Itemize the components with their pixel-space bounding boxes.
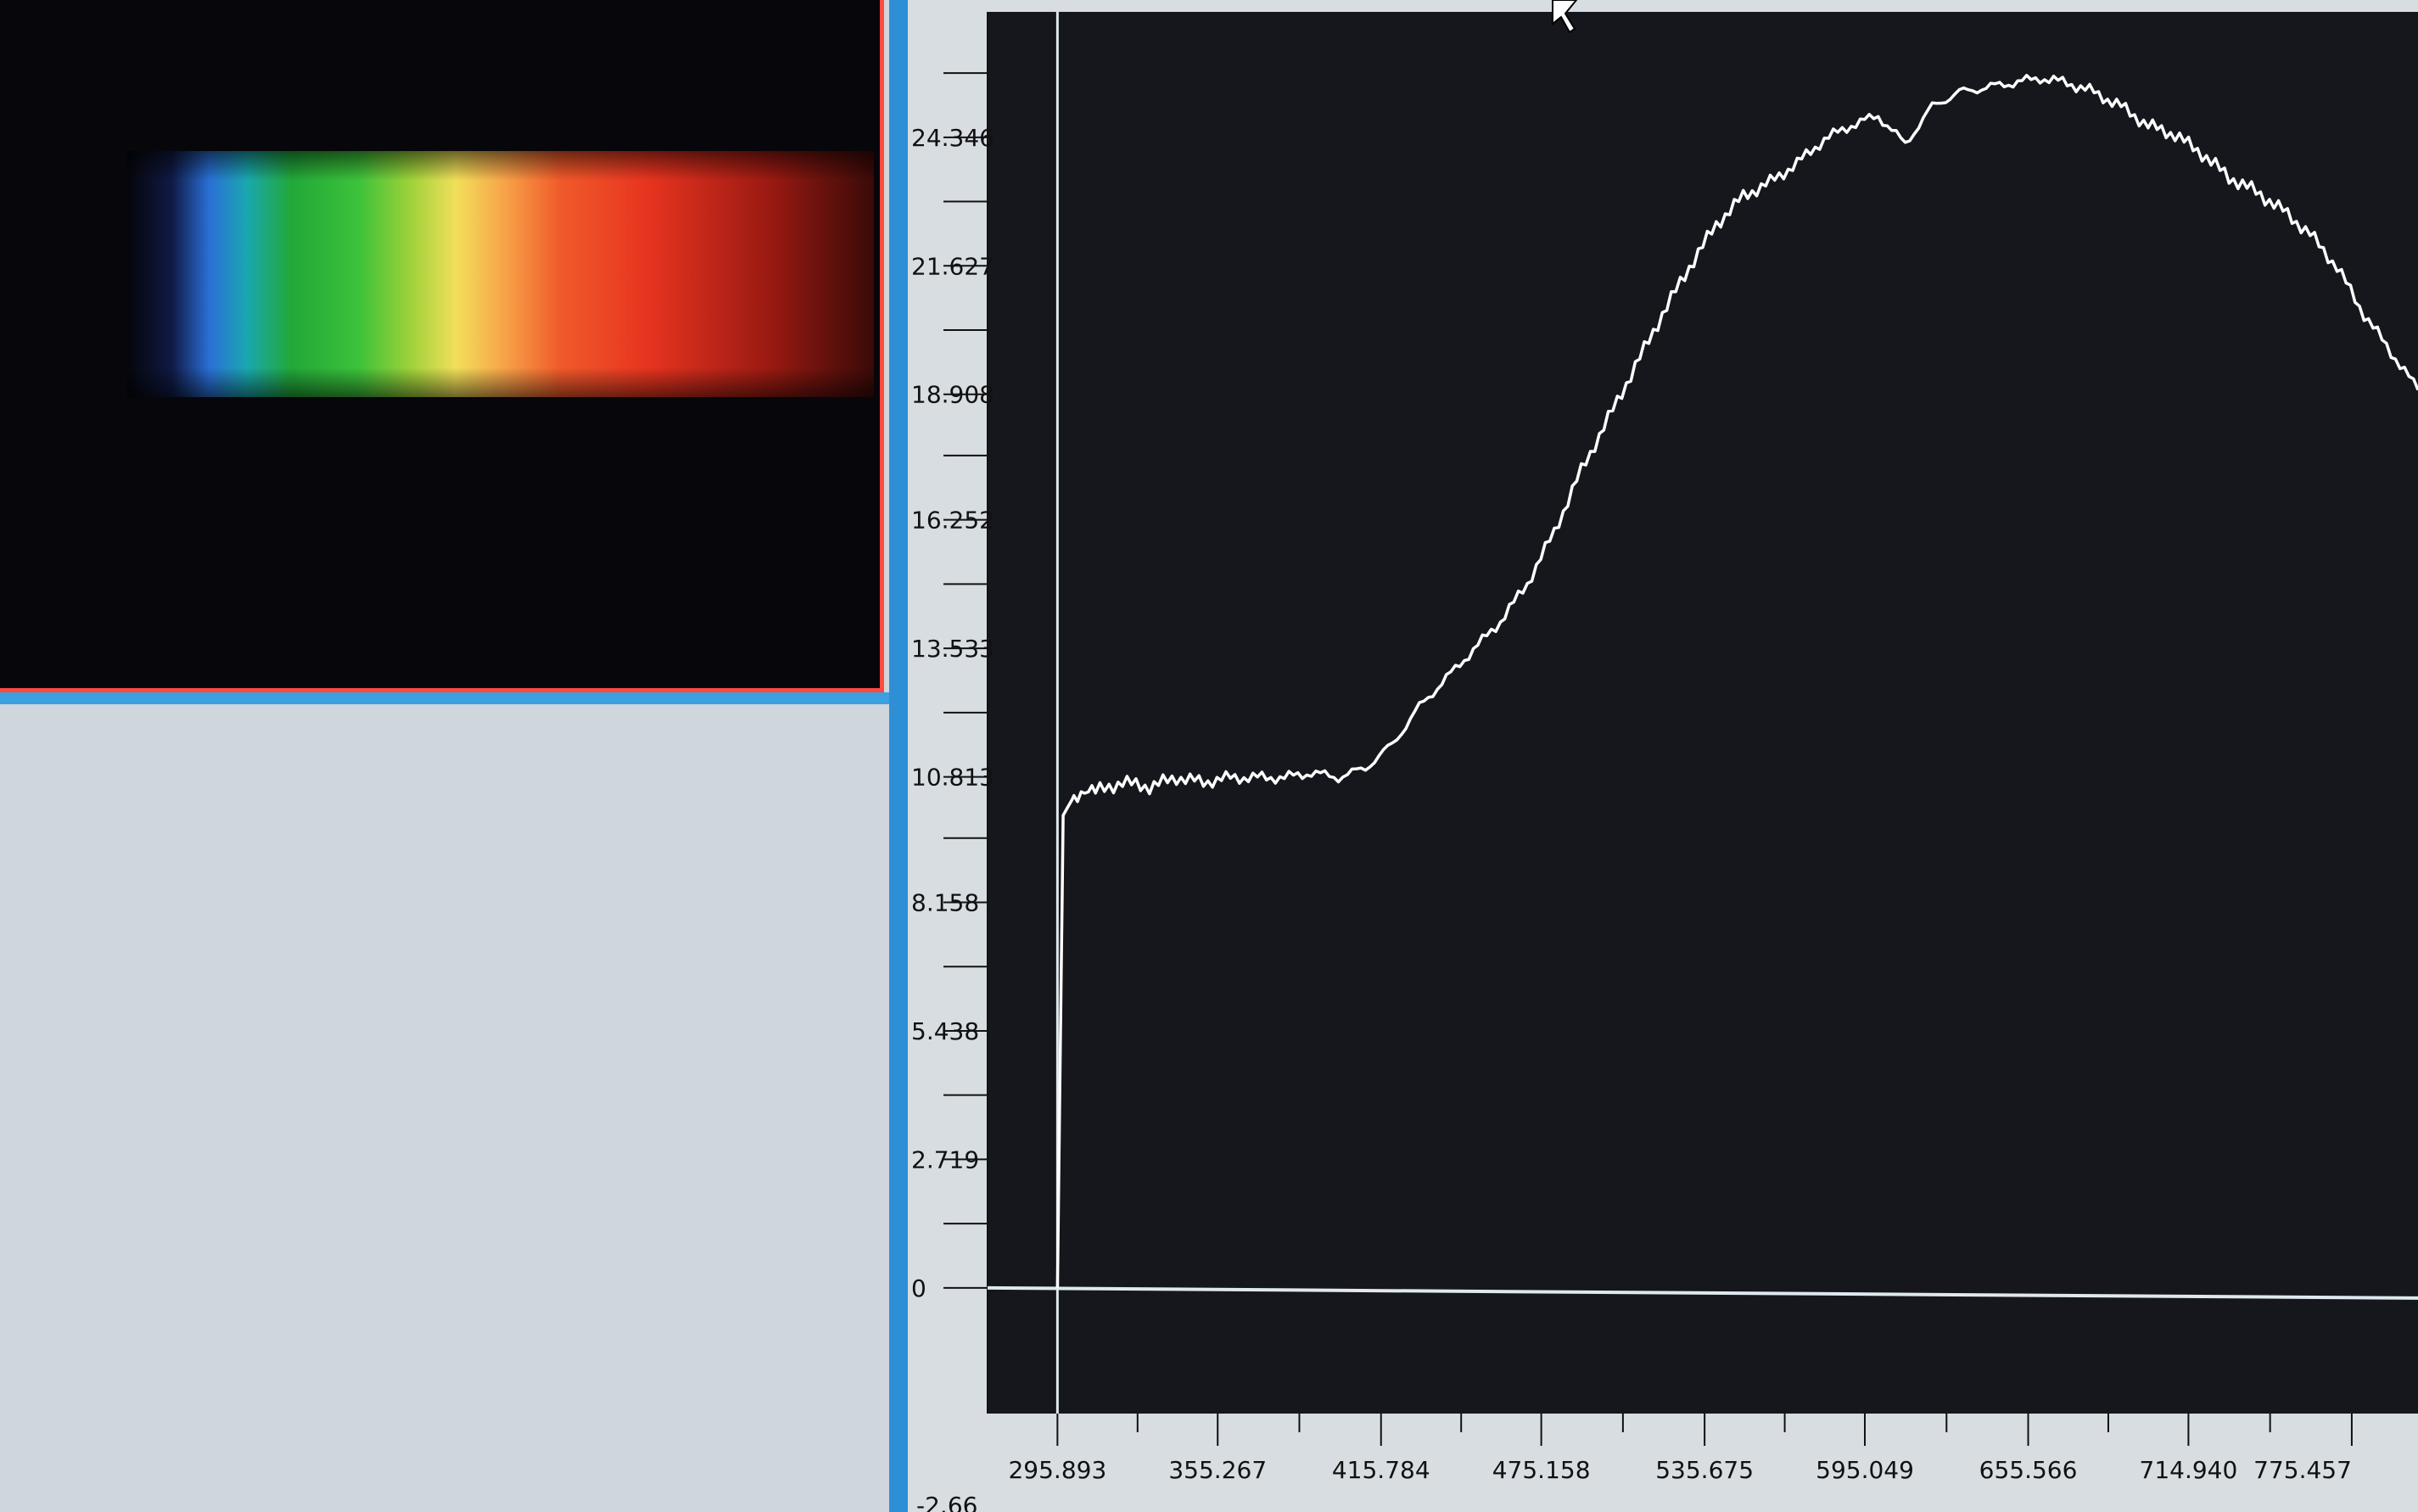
x-tick-label: 475.158: [1492, 1456, 1591, 1484]
y-axis-ticks: 0 2.719 5.438 8.158 10.813 13.533 16.252 18.908…: [911, 72, 994, 1512]
plot-area: [988, 12, 2418, 1414]
splitter-bar[interactable]: [889, 0, 908, 1512]
x-tick-label: 355.267: [1168, 1456, 1267, 1484]
x-tick-label: 714.940: [2140, 1456, 2238, 1484]
x-tick-label: 415.784: [1332, 1456, 1430, 1484]
x-tick-label: 655.566: [1979, 1456, 2078, 1484]
x-tick-label: 535.675: [1655, 1456, 1754, 1484]
y-tick-label: 24.346: [911, 124, 994, 152]
x-tick-label: 775.457: [2253, 1456, 2352, 1484]
intensity-chart: 0 2.719 5.438 8.158 10.813 13.533 16.252 18.908…: [911, 0, 2418, 1512]
y-tick-label: 2.719: [911, 1145, 979, 1173]
y-tick-label: 10.813: [911, 764, 994, 792]
y-tick-label: 16.252: [911, 507, 994, 535]
empty-panel: [0, 704, 899, 1512]
x-tick-label: 595.049: [1816, 1456, 1914, 1484]
y-tick-label-clipped: -2.66: [916, 1492, 977, 1512]
spectrum-image: [0, 0, 880, 688]
y-tick-label: 5.438: [911, 1017, 979, 1045]
y-tick-label: 0: [911, 1274, 926, 1302]
x-axis-ticks: 295.893 355.267 415.784 475.158 535.675 595.0…: [1008, 1414, 2353, 1484]
window-divider[interactable]: [0, 692, 899, 704]
y-tick-label: 18.908: [911, 381, 994, 409]
y-tick-label: 13.533: [911, 635, 994, 663]
y-tick-label: 8.158: [911, 888, 979, 916]
x-tick-label: 295.893: [1008, 1456, 1106, 1484]
spectrum-image-window: [0, 0, 884, 692]
y-tick-label: 21.627: [911, 252, 994, 280]
intensity-graph-window: 0 2.719 5.438 8.158 10.813 13.533 16.252 18.908…: [908, 0, 2418, 1512]
